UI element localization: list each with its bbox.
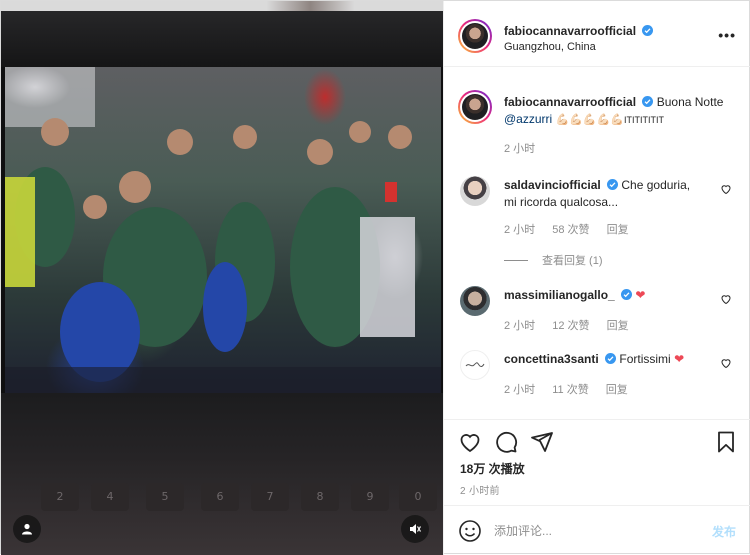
comment-input[interactable] [494,522,694,540]
reply-button[interactable]: 回复 [606,384,628,396]
verified-badge-icon [605,353,617,364]
keyboard-key: 4 [91,483,129,511]
view-replies[interactable]: 查看回复 (1) [504,252,603,268]
comment-text: saldavinciofficial Che goduria, mi ricor… [504,177,704,211]
comment-avatar[interactable] [460,350,490,380]
caption-mention-link[interactable]: @azzurri [504,112,552,126]
comment-avatar[interactable] [460,176,490,206]
celebrating-crowd-image [5,67,441,393]
comment-item: saldavinciofficial Che goduria, mi ricor… [444,168,750,278]
caption-text: fabiocannavarroofficial Buona Notte @azz… [504,94,736,129]
keyboard-key: 0 [399,483,437,511]
author-row: fabiocannavarroofficial [504,24,654,38]
comment-icon[interactable] [494,430,518,454]
caption-username[interactable]: fabiocannavarroofficial [504,95,636,109]
verified-badge-icon [642,25,654,36]
caption-tail: ITITITITIT [624,115,665,125]
comment-time[interactable]: 2 小时 [504,320,535,332]
post-time[interactable]: 2 小时前 [460,482,500,497]
post-side-panel: fabiocannavarroofficial Guangzhou, China… [443,1,750,555]
like-comment-heart-icon[interactable] [720,183,732,195]
like-comment-heart-icon[interactable] [720,357,732,369]
comment-likes[interactable]: 11 次赞 [552,384,588,396]
media-top-edge [1,1,443,11]
comment-time[interactable]: 2 小时 [504,224,535,236]
comment-meta: 2 小时 12 次赞 回复 [504,317,643,333]
comments-list: fabiocannavarroofficial Buona Notte @azz… [444,68,750,419]
keyboard-key: 8 [301,483,339,511]
comment-text: massimilianogallo_ ❤ [504,287,704,304]
comment-body: ❤ [635,288,646,302]
reply-button[interactable]: 回复 [607,320,629,332]
view-count[interactable]: 18万 次播放 [460,460,525,477]
comment-avatar[interactable] [460,286,490,316]
keyboard-key: 9 [351,483,389,511]
view-replies-label[interactable]: 查看回复 (1) [542,252,603,268]
mute-toggle-button[interactable] [401,515,429,543]
laptop-keyboard: 2 4 5 6 7 8 9 0 [1,469,443,555]
add-comment-bar: 发布 [444,505,750,555]
keyboard-key: 6 [201,483,239,511]
post-header: fabiocannavarroofficial Guangzhou, China… [444,1,750,67]
caption-item: fabiocannavarroofficial Buona Notte @azz… [444,68,750,168]
emoji-icon[interactable] [458,519,482,543]
comment-username[interactable]: saldavinciofficial [504,178,601,192]
post-comment-button[interactable]: 发布 [712,523,736,540]
reply-button[interactable]: 回复 [607,224,629,236]
post-location[interactable]: Guangzhou, China [504,41,596,53]
caption-time[interactable]: 2 小时 [504,143,535,155]
keyboard-key: 7 [251,483,289,511]
verified-badge-icon [642,96,654,107]
post-media-video[interactable]: 2 4 5 6 7 8 9 0 [1,1,443,555]
author-username[interactable]: fabiocannavarroofficial [504,24,636,38]
comment-username[interactable]: concettina3santi [504,352,599,366]
replies-divider [504,259,528,261]
caption-avatar[interactable] [458,90,492,124]
tagged-user-button[interactable] [13,515,41,543]
keyboard-key: 2 [41,483,79,511]
comment-likes[interactable]: 58 次赞 [552,224,589,236]
caption-emoji: 💪🏻💪🏻💪🏻💪🏻💪🏻 [555,114,625,126]
like-comment-heart-icon[interactable] [720,293,732,305]
share-icon[interactable] [530,430,554,454]
comment-time[interactable]: 2 小时 [504,384,535,396]
comment-text: concettina3santi Fortissimi ❤ [504,351,704,368]
verified-badge-icon [607,179,619,190]
comment-likes[interactable]: 12 次赞 [552,320,589,332]
more-options-icon[interactable]: ••• [718,27,736,43]
video-frame [5,67,441,393]
comment-item: massimilianogallo_ ❤ 2 小时 12 次赞 回复 [444,278,750,344]
save-icon[interactable] [714,430,738,454]
heart-icon[interactable] [458,430,482,454]
post-actions: 18万 次播放 2 小时前 [444,419,750,505]
mute-icon [410,524,422,534]
caption-body: Buona Notte [656,95,724,109]
caption-meta: 2 小时 [504,140,549,156]
comment-emoji: ❤ [674,352,685,366]
instagram-post-dialog: 2 4 5 6 7 8 9 0 fabiocannavarroofficial … [0,0,750,555]
author-avatar[interactable] [458,19,492,53]
comment-item: concettina3santi Fortissimi ❤ 2 小时 11 次赞… [444,342,750,412]
verified-badge-icon [621,289,633,300]
user-icon [22,523,32,535]
comment-username[interactable]: massimilianogallo_ [504,288,615,302]
comment-meta: 2 小时 11 次赞 回复 [504,381,642,397]
comment-body: Fortissimi [619,352,671,366]
comment-meta: 2 小时 58 次赞 回复 [504,221,643,237]
keyboard-key: 5 [146,483,184,511]
signature-logo-icon [465,362,485,368]
